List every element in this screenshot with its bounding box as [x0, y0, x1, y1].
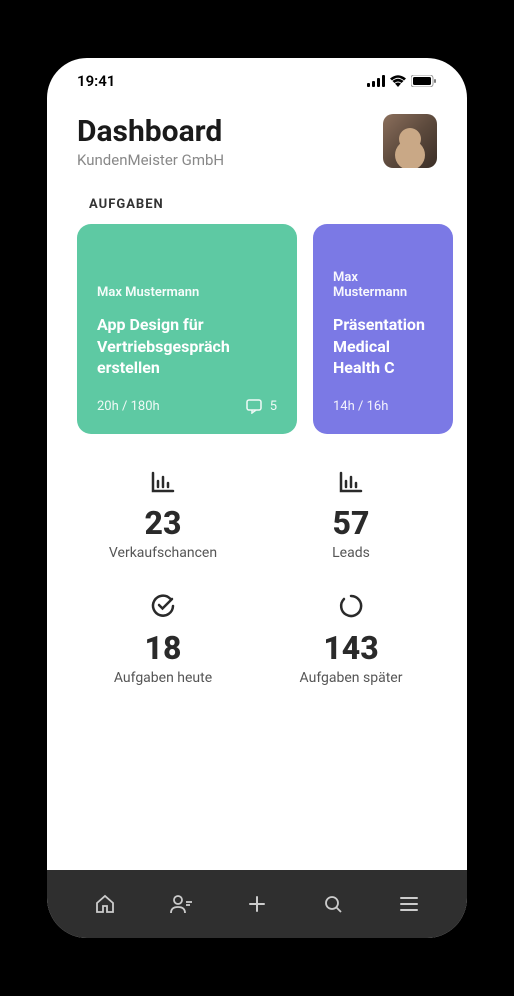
- phone-frame: 19:41 Dashboard KundenMeister GmbH AUFGA…: [47, 58, 467, 938]
- status-indicators: [367, 75, 437, 87]
- stat-leads[interactable]: 57 Leads: [265, 470, 437, 561]
- stat-value: 18: [145, 631, 182, 666]
- stat-value: 143: [323, 631, 378, 666]
- stat-aufgaben-spaeter[interactable]: 143 Aufgaben später: [265, 593, 437, 686]
- nav-add[interactable]: [237, 884, 277, 924]
- progress-circle-icon: [338, 593, 364, 623]
- stat-label: Verkaufschancen: [109, 545, 217, 561]
- check-circle-icon: [150, 593, 176, 623]
- nav-menu[interactable]: [389, 884, 429, 924]
- card-person: Max Mustermann: [97, 285, 277, 300]
- search-icon: [322, 893, 344, 915]
- task-card[interactable]: Max Mustermann App Design für Vertriebsg…: [77, 224, 297, 434]
- stat-value: 23: [145, 506, 182, 541]
- card-comments[interactable]: 5: [246, 399, 277, 414]
- card-time: 20h / 180h: [97, 399, 160, 414]
- card-title: Präsentation Medical Health C: [333, 314, 433, 379]
- battery-icon: [411, 75, 437, 87]
- home-icon: [94, 893, 116, 915]
- task-card[interactable]: Max Mustermann Präsentation Medical Heal…: [313, 224, 453, 434]
- card-footer: 14h / 16h: [333, 399, 433, 414]
- stat-label: Leads: [332, 545, 370, 561]
- avatar[interactable]: [383, 114, 437, 168]
- stat-label: Aufgaben heute: [114, 670, 212, 686]
- header: Dashboard KundenMeister GmbH: [77, 114, 437, 169]
- header-text: Dashboard KundenMeister GmbH: [77, 114, 224, 169]
- card-footer: 20h / 180h 5: [97, 399, 277, 414]
- menu-icon: [399, 896, 419, 912]
- stat-value: 57: [333, 506, 370, 541]
- nav-home[interactable]: [85, 884, 125, 924]
- bar-chart-icon: [338, 470, 364, 498]
- signal-icon: [367, 75, 385, 87]
- section-label: AUFGABEN: [89, 197, 437, 212]
- status-bar: 19:41: [47, 58, 467, 94]
- stats-grid: 23 Verkaufschancen 57 Leads 18 Aufgaben …: [77, 462, 437, 694]
- status-time: 19:41: [77, 72, 115, 90]
- user-remove-icon: [169, 893, 193, 915]
- comment-count: 5: [270, 399, 277, 414]
- task-cards[interactable]: Max Mustermann App Design für Vertriebsg…: [77, 224, 437, 434]
- comment-icon: [246, 399, 262, 414]
- card-title: App Design für Vertriebsgespräch erstell…: [97, 314, 277, 379]
- stat-label: Aufgaben später: [300, 670, 403, 686]
- bar-chart-icon: [150, 470, 176, 498]
- plus-icon: [246, 893, 268, 915]
- stat-verkaufschancen[interactable]: 23 Verkaufschancen: [77, 470, 249, 561]
- wifi-icon: [390, 75, 406, 87]
- bottom-nav: [47, 870, 467, 938]
- stat-aufgaben-heute[interactable]: 18 Aufgaben heute: [77, 593, 249, 686]
- nav-search[interactable]: [313, 884, 353, 924]
- content: Dashboard KundenMeister GmbH AUFGABEN Ma…: [47, 94, 467, 870]
- card-person: Max Mustermann: [333, 270, 433, 300]
- page-subtitle: KundenMeister GmbH: [77, 151, 224, 169]
- nav-user[interactable]: [161, 884, 201, 924]
- card-time: 14h / 16h: [333, 399, 388, 414]
- page-title: Dashboard: [77, 114, 224, 149]
